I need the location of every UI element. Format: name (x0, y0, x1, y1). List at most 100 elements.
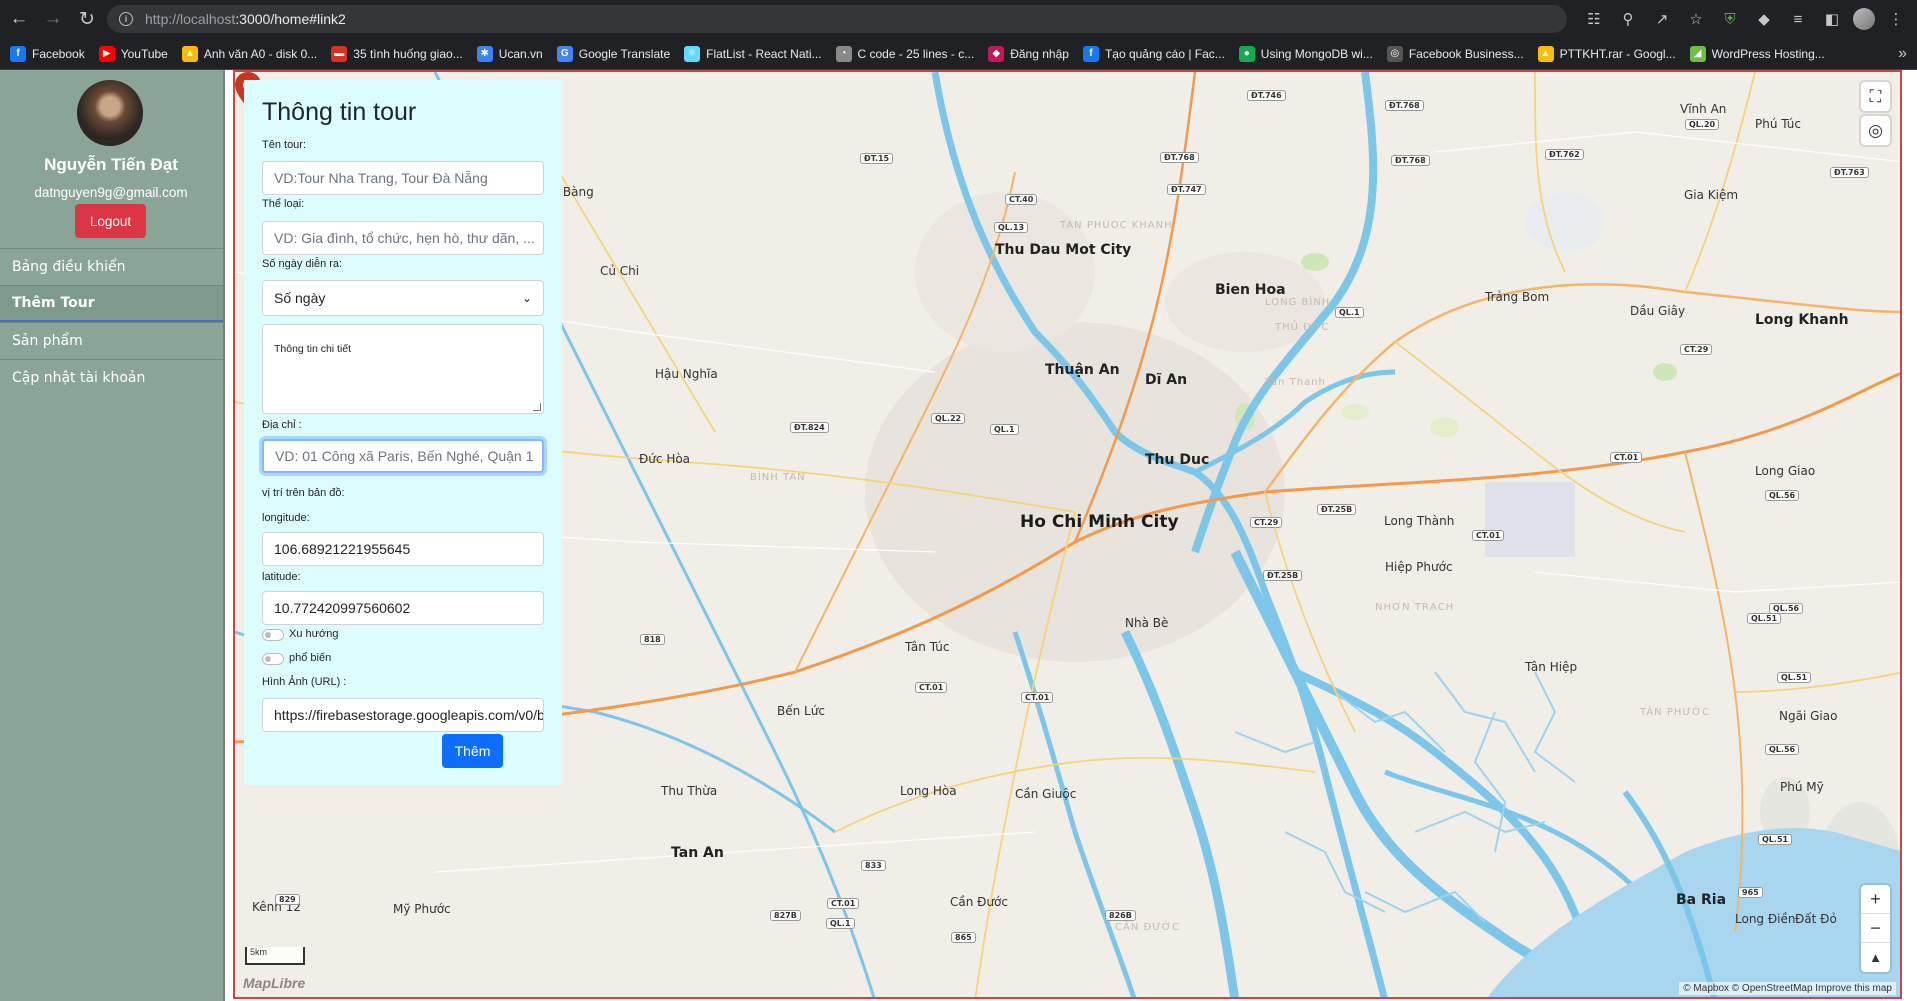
bookmark-item[interactable]: ◔ C code - 25 lines - c... (835, 45, 975, 62)
side-panel-icon[interactable]: ◧ (1819, 6, 1845, 32)
map-place-label: Trảng Bom (1485, 290, 1550, 304)
road-shield: CT.01 (827, 898, 860, 909)
bookmark-favicon-icon: G (556, 45, 573, 62)
compass-icon[interactable]: ▲ (1861, 943, 1890, 972)
map-attribution[interactable]: © Mapbox © OpenStreetMap Improve this ma… (1679, 982, 1896, 995)
days-select[interactable]: Số ngày ⌄ (262, 280, 544, 316)
road-shield: ĐT.25B (1263, 570, 1303, 581)
site-info-icon[interactable]: i (119, 12, 133, 26)
road-shield: 826B (1105, 910, 1136, 921)
category-input[interactable]: VD: Gia đình, tổ chức, hẹn hò, thư dãn, … (262, 221, 544, 255)
trend-toggle[interactable] (262, 629, 284, 641)
shield-icon[interactable]: ⛨ (1717, 6, 1743, 32)
map-place-label: Long Điền (1735, 912, 1796, 926)
road-shield: QL.22 (931, 413, 966, 424)
bookmark-item[interactable]: ▬ 35 tình huống giao... (331, 45, 463, 62)
bookmark-label: Facebook Business... (1408, 46, 1524, 61)
bookmark-item[interactable]: ✱ Ucan.vn (476, 45, 543, 62)
latitude-input[interactable]: 10.772420997560602 (262, 591, 544, 625)
bookmark-item[interactable]: ⚛ FlatList - React Nati... (684, 45, 822, 62)
map-place-label: TAN PHUOC KHANH (1060, 220, 1173, 231)
zoom-in-button[interactable]: + (1861, 885, 1890, 914)
road-shield: CT.01 (1021, 692, 1054, 703)
bookmark-item[interactable]: ◢ WordPress Hosting... (1689, 45, 1825, 62)
longitude-input[interactable]: 106.68921221955645 (262, 532, 544, 566)
bookmark-favicon-icon: ⚛ (684, 45, 701, 62)
details-textarea[interactable]: Thông tin chi tiết (262, 324, 544, 414)
map-place-label: NHƠN TRẠCH (1375, 602, 1455, 613)
form-title: Thông tin tour (262, 98, 417, 126)
translate-icon[interactable]: ☷ (1581, 6, 1607, 32)
map-place-label: Gia Kiệm (1684, 188, 1739, 202)
bookmark-label: Anh văn A0 - disk 0... (203, 46, 318, 61)
bookmark-item[interactable]: ● Using MongoDB wi... (1238, 45, 1373, 62)
page: Nguyễn Tiến Đạt datnguyen9g@gmail.com Lo… (0, 70, 1917, 1001)
bookmarks-bar: f Facebook ▶ YouTube ▲ Anh văn A0 - disk 0...… (0, 38, 1917, 70)
bookmark-label: WordPress Hosting... (1711, 46, 1825, 61)
road-shield: ĐT.768 (1385, 100, 1424, 111)
reload-icon[interactable]: ↻ (72, 4, 102, 34)
bookmark-favicon-icon: ◎ (1386, 45, 1403, 62)
bookmark-label: 35 tình huống giao... (353, 46, 463, 61)
bookmark-favicon-icon: ✱ (476, 45, 493, 62)
zoom-out-button[interactable]: − (1861, 914, 1890, 943)
browser-menu-icon[interactable]: ⋮ (1883, 6, 1909, 32)
bookmark-item[interactable]: ▶ YouTube (98, 45, 168, 62)
sidebar-item[interactable]: Bảng điều khiển (0, 248, 223, 285)
map-place-label: Thuận An (1045, 362, 1120, 378)
image-url-input[interactable]: https://firebasestorage.googleapis.com/v… (262, 698, 544, 732)
bookmarks-overflow-icon[interactable]: » (1898, 45, 1907, 63)
sidebar-item[interactable]: Sản phẩm (0, 322, 223, 359)
map-place-label: Tân Thanh (1265, 377, 1326, 388)
bookmark-item[interactable]: f Tạo quảng cáo | Fac... (1082, 45, 1225, 62)
road-shield: QL.1 (1335, 307, 1364, 318)
bookmark-item[interactable]: ▲ Anh văn A0 - disk 0... (181, 45, 318, 62)
bookmark-item[interactable]: ◎ Facebook Business... (1386, 45, 1524, 62)
sidebar: Nguyễn Tiến Đạt datnguyen9g@gmail.com Lo… (0, 70, 225, 1001)
map-place-label: Phú Túc (1755, 117, 1801, 131)
map-place-label: Nhà Bè (1125, 616, 1169, 630)
geolocate-icon[interactable]: ◎ (1861, 116, 1890, 145)
road-shield: ĐT.768 (1160, 152, 1199, 163)
bookmark-favicon-icon: f (10, 45, 26, 62)
bookmark-favicon-icon: ▲ (181, 45, 198, 62)
maplibre-logo[interactable]: MapLibre (243, 975, 305, 991)
bookmark-item[interactable]: ◆ Đăng nhập (988, 45, 1069, 62)
address-bar-url[interactable]: http://localhost:3000/home#link2 (145, 11, 346, 27)
address-input[interactable]: VD: 01 Công xã Paris, Bến Nghé, Quận 1 (262, 439, 544, 473)
bookmark-label: Facebook (32, 46, 85, 61)
logout-button[interactable]: Logout (75, 204, 146, 238)
bookmark-favicon-icon: ▶ (98, 45, 115, 62)
bookmark-label: C code - 25 lines - c... (857, 46, 975, 61)
map-place-label: Dầu Giây (1630, 304, 1686, 318)
image-url-label: Hình Ảnh (URL) : (262, 676, 347, 688)
sidebar-item[interactable]: Cập nhật tài khoản (0, 359, 223, 396)
reading-list-icon[interactable]: ≡ (1785, 6, 1811, 32)
popular-toggle[interactable] (262, 653, 284, 665)
submit-button[interactable]: Thêm (442, 734, 503, 768)
extensions-icon[interactable]: ◆ (1751, 6, 1777, 32)
bookmark-item[interactable]: ▲ PTTKHT.rar - Googl... (1537, 45, 1676, 62)
resize-handle-icon[interactable] (533, 403, 541, 411)
zoom-icon[interactable]: ⚲ (1615, 6, 1641, 32)
map-place-label: Hậu Nghĩa (655, 367, 718, 381)
bookmark-item[interactable]: f Facebook (10, 45, 85, 62)
share-icon[interactable]: ↗ (1649, 6, 1675, 32)
bookmark-label: Google Translate (578, 46, 671, 61)
bookmark-star-icon[interactable]: ☆ (1683, 6, 1709, 32)
back-icon[interactable]: ← (4, 4, 34, 34)
address-bar[interactable]: i http://localhost:3000/home#link2 (107, 5, 1567, 33)
sidebar-item[interactable]: Thêm Tour (0, 285, 223, 322)
road-shield: CT.01 (1472, 530, 1505, 541)
category-label: Thể loại: (262, 198, 305, 210)
tour-name-input[interactable]: VD:Tour Nha Trang, Tour Đà Nẵng (262, 161, 544, 195)
road-shield: CT.40 (1005, 194, 1038, 205)
fullscreen-icon[interactable]: ⛶ (1861, 82, 1890, 111)
map-place-label: TÂN PHƯỚC (1640, 707, 1711, 718)
map-place-label: Tan An (671, 845, 724, 861)
road-shield: ĐT.747 (1167, 184, 1206, 195)
profile-avatar-icon[interactable] (1853, 8, 1875, 30)
forward-icon[interactable]: → (38, 4, 68, 34)
bookmark-item[interactable]: G Google Translate (556, 45, 671, 62)
sidebar-menu: Bảng điều khiển Thêm Tour Sản phẩm Cập nhật… (0, 248, 223, 396)
